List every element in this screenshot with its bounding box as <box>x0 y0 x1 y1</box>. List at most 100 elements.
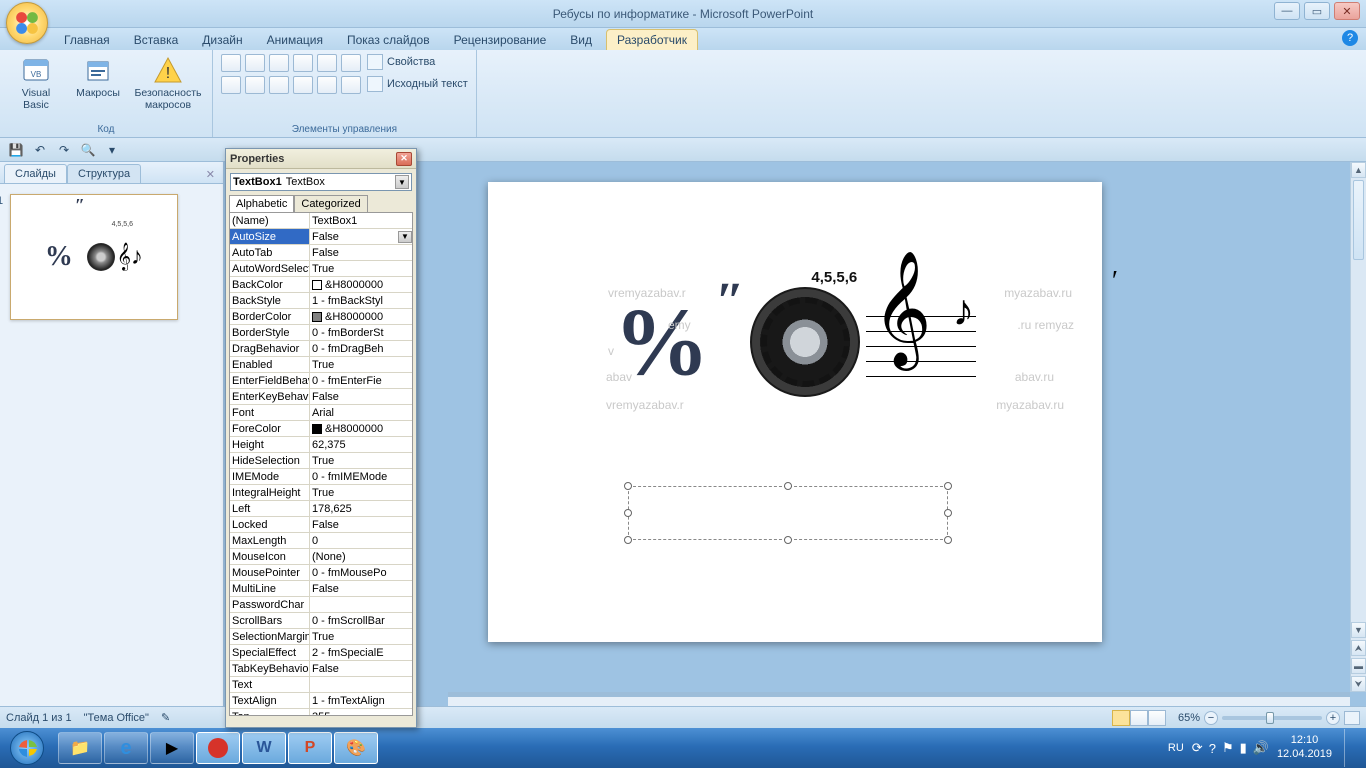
save-button[interactable]: 💾 <box>6 141 26 159</box>
zoom-out-button[interactable]: − <box>1204 711 1218 725</box>
property-value[interactable]: False <box>310 581 412 596</box>
slide-thumbnail-1[interactable]: 1 %″ 𝄞♪ 4,5,5,6 <box>10 194 178 320</box>
property-row[interactable]: BackStyle1 - fmBackStyl <box>230 293 412 309</box>
qat-more-button[interactable]: ▾ <box>102 141 122 159</box>
zoom-value[interactable]: 65% <box>1178 712 1200 724</box>
dropdown-icon[interactable]: ▼ <box>395 175 409 189</box>
property-value[interactable]: True <box>310 357 412 372</box>
property-row[interactable]: MultiLineFalse <box>230 581 412 597</box>
property-row[interactable]: TextAlign1 - fmTextAlign <box>230 693 412 709</box>
properties-button[interactable]: Свойства <box>367 54 468 70</box>
language-indicator[interactable]: RU <box>1168 742 1184 754</box>
property-row[interactable]: MouseIcon(None) <box>230 549 412 565</box>
macros-button[interactable]: Макросы <box>70 54 126 100</box>
property-value[interactable]: 0 - fmBorderSt <box>310 325 412 340</box>
property-row[interactable]: EnterKeyBehaviFalse <box>230 389 412 405</box>
scroll-up-icon[interactable]: ▲ <box>1351 162 1366 178</box>
prev-slide-icon[interactable]: ⮝ <box>1351 640 1366 656</box>
zoom-in-button[interactable]: + <box>1326 711 1340 725</box>
tab-review[interactable]: Рецензирование <box>444 30 557 50</box>
close-button[interactable]: ✕ <box>1334 2 1360 20</box>
property-value[interactable]: (None) <box>310 549 412 564</box>
property-row[interactable]: Top355 <box>230 709 412 716</box>
property-value[interactable]: False <box>310 389 412 404</box>
property-value[interactable]: 0 - fmScrollBar <box>310 613 412 628</box>
property-row[interactable]: SelectionMarginTrue <box>230 629 412 645</box>
tray-volume-icon[interactable]: 🔊 <box>1253 740 1269 756</box>
property-value[interactable]: &H8000000 <box>310 277 412 292</box>
property-value[interactable]: TextBox1 <box>310 213 412 228</box>
property-row[interactable]: HideSelectionTrue <box>230 453 412 469</box>
property-value[interactable]: False <box>310 517 412 532</box>
tray-help-icon[interactable]: ? <box>1209 741 1216 756</box>
property-value[interactable] <box>310 677 412 692</box>
property-value[interactable]: 2 - fmSpecialE <box>310 645 412 660</box>
tab-animation[interactable]: Анимация <box>257 30 333 50</box>
office-button[interactable] <box>6 2 48 44</box>
property-row[interactable]: ForeColor&H8000000 <box>230 421 412 437</box>
controls-gallery[interactable] <box>221 54 361 94</box>
property-row[interactable]: LockedFalse <box>230 517 412 533</box>
show-desktop-button[interactable] <box>1344 729 1358 767</box>
property-row[interactable]: Left178,625 <box>230 501 412 517</box>
property-value[interactable]: True <box>310 261 412 276</box>
property-value[interactable]: &H8000000 <box>310 309 412 324</box>
vertical-scrollbar[interactable]: ▲ ▼ ⮝ ▬ ⮟ <box>1350 162 1366 692</box>
property-row[interactable]: ScrollBars0 - fmScrollBar <box>230 613 412 629</box>
property-row[interactable]: AutoSizeFalse▼ <box>230 229 412 245</box>
tab-developer[interactable]: Разработчик <box>606 29 698 50</box>
clock[interactable]: 12:10 12.04.2019 <box>1277 734 1332 762</box>
property-row[interactable]: EnabledTrue <box>230 357 412 373</box>
property-row[interactable]: IntegralHeightTrue <box>230 485 412 501</box>
tray-network-icon[interactable]: ▮ <box>1240 740 1247 756</box>
help-icon[interactable]: ? <box>1342 30 1358 46</box>
redo-button[interactable]: ↷ <box>54 141 74 159</box>
tab-home[interactable]: Главная <box>54 30 120 50</box>
taskbar-mediaplayer[interactable]: ▶ <box>150 732 194 764</box>
property-row[interactable]: BorderStyle0 - fmBorderSt <box>230 325 412 341</box>
undo-button[interactable]: ↶ <box>30 141 50 159</box>
property-row[interactable]: Height62,375 <box>230 437 412 453</box>
property-value[interactable]: 0 - fmMousePo <box>310 565 412 580</box>
tab-categorized[interactable]: Categorized <box>294 195 367 212</box>
property-row[interactable]: MousePointer0 - fmMousePo <box>230 565 412 581</box>
properties-titlebar[interactable]: Properties ✕ <box>226 149 416 169</box>
normal-view-button[interactable] <box>1112 710 1130 726</box>
property-value[interactable]: &H8000000 <box>310 421 412 436</box>
panel-close-icon[interactable]: ✕ <box>204 166 217 183</box>
view-code-button[interactable]: Исходный текст <box>367 76 468 92</box>
property-value[interactable]: True <box>310 453 412 468</box>
property-value[interactable]: 0 - fmDragBeh <box>310 341 412 356</box>
sorter-view-button[interactable] <box>1130 710 1148 726</box>
tab-insert[interactable]: Вставка <box>124 30 189 50</box>
tray-sync-icon[interactable]: ⟳ <box>1192 740 1203 756</box>
property-value[interactable]: False <box>310 661 412 676</box>
property-row[interactable]: IMEMode0 - fmIMEMode <box>230 469 412 485</box>
zoom-slider[interactable] <box>1222 716 1322 720</box>
property-value[interactable]: False▼ <box>310 229 412 244</box>
maximize-button[interactable]: ▭ <box>1304 2 1330 20</box>
taskbar-word[interactable]: W <box>242 732 286 764</box>
property-row[interactable]: TabKeyBehaviorFalse <box>230 661 412 677</box>
property-value[interactable]: Arial <box>310 405 412 420</box>
slide-canvas[interactable]: vremyazabav.r myazabav.ru emy .ru remyaz… <box>488 182 1102 642</box>
property-row[interactable]: BorderColor&H8000000 <box>230 309 412 325</box>
property-row[interactable]: BackColor&H8000000 <box>230 277 412 293</box>
outline-tab[interactable]: Структура <box>67 164 141 183</box>
property-value[interactable]: 0 - fmIMEMode <box>310 469 412 484</box>
object-selector[interactable]: TextBox1 TextBox ▼ <box>230 173 412 191</box>
taskbar-powerpoint[interactable]: P <box>288 732 332 764</box>
taskbar-explorer[interactable]: 📁 <box>58 732 102 764</box>
property-value[interactable]: 1 - fmTextAlign <box>310 693 412 708</box>
property-row[interactable]: AutoTabFalse <box>230 245 412 261</box>
property-row[interactable]: SpecialEffect2 - fmSpecialE <box>230 645 412 661</box>
minimize-button[interactable]: — <box>1274 2 1300 20</box>
taskbar-paint[interactable]: 🎨 <box>334 732 378 764</box>
fit-to-window-button[interactable] <box>1344 711 1360 725</box>
visual-basic-button[interactable]: VB Visual Basic <box>8 54 64 111</box>
property-row[interactable]: MaxLength0 <box>230 533 412 549</box>
property-row[interactable]: DragBehavior0 - fmDragBeh <box>230 341 412 357</box>
tab-alphabetic[interactable]: Alphabetic <box>229 195 294 212</box>
tray-flag-icon[interactable]: ⚑ <box>1222 740 1234 756</box>
properties-window[interactable]: Properties ✕ TextBox1 TextBox ▼ Alphabet… <box>225 148 417 728</box>
